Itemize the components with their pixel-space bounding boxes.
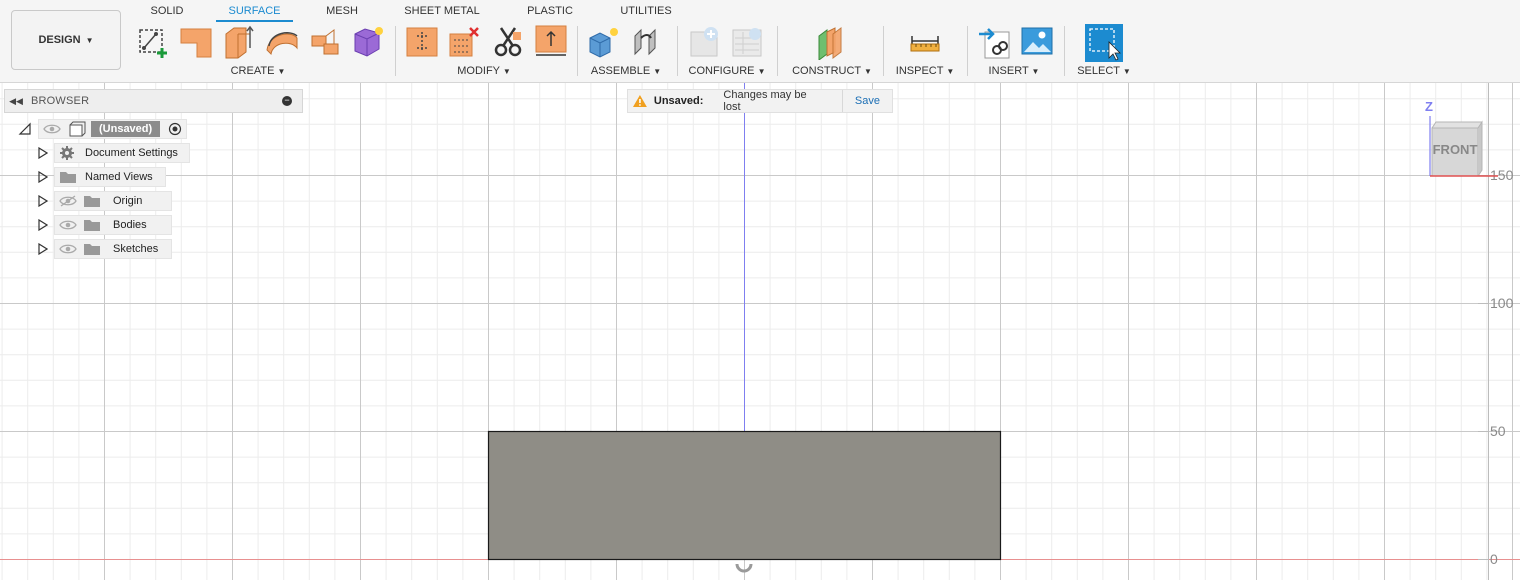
group-modify[interactable]: MODIFY ▼ <box>457 65 511 77</box>
expand-triangle-icon[interactable] <box>38 219 48 231</box>
browser-item-bodies[interactable]: Bodies <box>38 215 172 235</box>
save-button[interactable]: Save <box>841 90 892 112</box>
browser-item-sketches[interactable]: Sketches <box>38 239 172 259</box>
configure-rule-icon[interactable] <box>731 24 765 60</box>
browser-item-label: Origin <box>113 195 143 207</box>
construct-plane-icon[interactable] <box>815 24 849 60</box>
view-cube-face: FRONT <box>1433 142 1478 157</box>
extrude-surface-icon[interactable] <box>179 24 213 60</box>
measure-icon[interactable] <box>908 24 942 60</box>
group-create[interactable]: CREATE ▼ <box>231 65 286 77</box>
gear-icon <box>60 146 74 160</box>
new-component-icon[interactable] <box>588 24 622 60</box>
ruler-label-0: 0 <box>1490 551 1498 567</box>
expanded-triangle-icon[interactable] <box>18 122 32 136</box>
body-profile <box>487 430 1002 561</box>
root-component-label: (Unsaved) <box>91 121 161 137</box>
expand-triangle-icon[interactable] <box>38 195 48 207</box>
expand-triangle-icon[interactable] <box>38 147 48 159</box>
tab-surface[interactable]: SURFACE <box>216 4 293 22</box>
tab-utilities[interactable]: UTILITIES <box>620 4 672 22</box>
revolve-surface-icon[interactable] <box>222 24 256 60</box>
tab-solid[interactable]: SOLID <box>150 4 184 22</box>
warning-icon <box>632 95 647 107</box>
folder-icon <box>84 244 100 255</box>
delete-face-icon[interactable] <box>448 24 482 60</box>
group-assemble[interactable]: ASSEMBLE ▼ <box>591 65 661 77</box>
configure-table-icon[interactable] <box>689 24 723 60</box>
group-insert[interactable]: INSERT ▼ <box>989 65 1040 77</box>
browser-item-document-settings[interactable]: Document Settings <box>38 143 190 163</box>
browser-item-named-views[interactable]: Named Views <box>38 167 166 187</box>
eye-hidden-icon[interactable] <box>59 195 77 207</box>
select-window-icon[interactable] <box>1085 24 1123 62</box>
ruler-label-50: 50 <box>1490 423 1506 439</box>
canvas-grid <box>0 83 1520 580</box>
tab-sheet-metal[interactable]: SHEET METAL <box>404 4 480 22</box>
sweep-surface-icon[interactable] <box>265 24 299 60</box>
browser-item-label: Named Views <box>85 171 153 183</box>
trim-scissors-icon[interactable] <box>491 24 525 60</box>
browser-title: BROWSER <box>31 95 90 107</box>
view-cube[interactable]: Z FRONT <box>1418 96 1518 186</box>
unsaved-banner: Unsaved: Changes may be lost Save <box>627 89 893 113</box>
insert-canvas-image-icon[interactable] <box>1020 24 1054 60</box>
expand-triangle-icon[interactable] <box>38 171 48 183</box>
ruler-label-100: 100 <box>1490 295 1514 311</box>
tab-plastic[interactable]: PLASTIC <box>527 4 573 22</box>
folder-icon <box>60 172 76 183</box>
press-pull-icon[interactable] <box>405 24 439 60</box>
browser-item-origin[interactable]: Origin <box>38 191 172 211</box>
loft-surface-icon[interactable] <box>308 24 342 60</box>
browser-item-label: Document Settings <box>85 147 178 159</box>
unsaved-status: Unsaved: <box>653 95 704 107</box>
group-configure[interactable]: CONFIGURE ▼ <box>689 65 766 77</box>
group-inspect[interactable]: INSPECT ▼ <box>896 65 954 77</box>
eye-icon[interactable] <box>59 219 77 231</box>
activate-radio-icon[interactable] <box>168 122 182 136</box>
folder-icon <box>84 196 100 207</box>
workspace-switcher[interactable]: DESIGN ▼ <box>11 10 121 70</box>
eye-icon[interactable] <box>43 123 61 135</box>
folder-icon <box>84 220 100 231</box>
eye-icon[interactable] <box>59 243 77 255</box>
minimize-icon[interactable]: − <box>282 96 292 106</box>
toolbar: DESIGN ▼ SOLID SURFACE MESH SHEET METAL … <box>0 0 1520 83</box>
collapse-panel-icon[interactable]: ◀◀ <box>7 96 25 107</box>
caret-down-icon: ▼ <box>85 35 94 45</box>
browser-item-label: Sketches <box>113 243 159 255</box>
group-construct[interactable]: CONSTRUCT ▼ <box>792 65 872 77</box>
tab-mesh[interactable]: MESH <box>325 4 359 22</box>
create-form-icon[interactable] <box>351 24 385 60</box>
create-sketch-icon[interactable] <box>136 24 170 60</box>
insert-derive-icon[interactable] <box>977 24 1011 60</box>
offset-surface-icon[interactable] <box>534 24 568 60</box>
joint-icon[interactable] <box>631 24 665 60</box>
workspace-label: DESIGN <box>38 34 81 46</box>
browser-item-label: Bodies <box>113 219 147 231</box>
expand-triangle-icon[interactable] <box>38 243 48 255</box>
unsaved-message: Changes may be lost <box>723 89 807 113</box>
design-canvas[interactable]: 150 100 50 0 <box>0 83 1520 580</box>
browser-header[interactable]: ◀◀ BROWSER − <box>4 89 303 113</box>
component-icon <box>69 121 86 137</box>
z-axis-label: Z <box>1425 99 1433 114</box>
browser-root[interactable]: (Unsaved) <box>18 119 188 139</box>
group-select[interactable]: SELECT ▼ <box>1077 65 1131 77</box>
